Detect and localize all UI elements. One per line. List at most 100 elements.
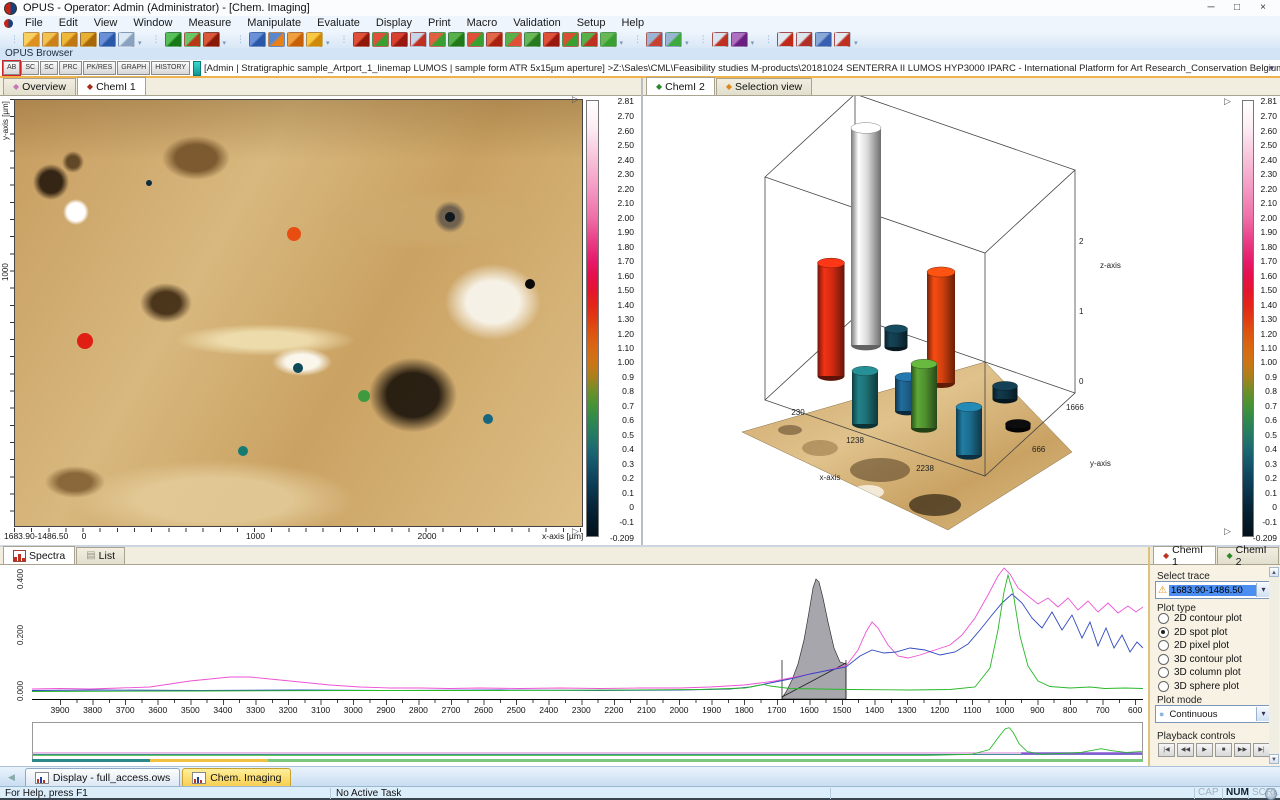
eval-11-icon[interactable] (543, 32, 560, 47)
sidebar-tab-chemi-2[interactable]: ◆ChemI 2 (1217, 547, 1280, 564)
sidebar-tab-chemi-1[interactable]: ◆ChemI 1 (1153, 546, 1216, 564)
group-more-icon[interactable]: ▾ (326, 39, 330, 47)
grid-view-icon[interactable] (249, 32, 266, 47)
swap-view-icon[interactable] (287, 32, 304, 47)
browser-view-sc[interactable]: SC (40, 61, 58, 75)
undo-icon[interactable] (118, 32, 135, 47)
scroll-left-icon[interactable]: ◀ (8, 772, 15, 783)
spectra-tab-list[interactable]: ▤List (76, 547, 125, 564)
plot-mode-combo[interactable]: ● Continuous ▾ (1155, 705, 1271, 723)
eval-13-icon[interactable] (581, 32, 598, 47)
browser-view-history[interactable]: HISTORY (151, 61, 190, 75)
eval-5-icon[interactable] (429, 32, 446, 47)
browser-view-sc[interactable]: SC (21, 61, 39, 75)
menu-measure[interactable]: Measure (180, 17, 239, 29)
eval-9-icon[interactable] (505, 32, 522, 47)
table-cross-icon[interactable] (796, 32, 813, 47)
rewind-button[interactable]: ◀◀ (1177, 743, 1194, 757)
eval-14-icon[interactable] (600, 32, 617, 47)
forward-button[interactable]: ▶▶ (1234, 743, 1251, 757)
skip-end-button[interactable]: ▶| (1253, 743, 1270, 757)
chart-box-icon[interactable] (815, 32, 832, 47)
play-button[interactable]: ▶ (1196, 743, 1213, 757)
skip-start-button[interactable]: |◀ (1158, 743, 1175, 757)
radio-2d-contour-plot[interactable]: 2D contour plot (1158, 613, 1242, 624)
scatter-fit-icon[interactable] (834, 32, 851, 47)
eval-4-icon[interactable] (410, 32, 427, 47)
peak-pick-icon[interactable] (268, 32, 285, 47)
group-more-icon[interactable]: ▾ (751, 39, 755, 47)
pick-arrow-icon[interactable] (777, 32, 794, 47)
sphere-view-icon[interactable] (306, 32, 323, 47)
radio-2d-spot-plot[interactable]: 2D spot plot (1158, 627, 1227, 638)
group-more-icon[interactable]: ▾ (620, 39, 624, 47)
screen-green-icon[interactable] (665, 32, 682, 47)
eval-7-icon[interactable] (467, 32, 484, 47)
menu-view[interactable]: View (86, 17, 126, 29)
overview-spectra-strip[interactable] (32, 722, 1143, 762)
chevron-down-icon[interactable]: ▾ (1256, 583, 1270, 597)
eval-6-icon[interactable] (448, 32, 465, 47)
browser-view-ab[interactable]: AB (3, 61, 20, 75)
menu-evaluate[interactable]: Evaluate (309, 17, 368, 29)
microscope-image[interactable] (14, 99, 583, 527)
measure-background-icon[interactable] (184, 32, 201, 47)
chevron-down-icon[interactable]: ▾ (1269, 63, 1274, 74)
minimize-button[interactable]: ─ (1198, 0, 1224, 15)
right-tab-chemi-2[interactable]: ◆ChemI 2 (646, 77, 715, 95)
menu-edit[interactable]: Edit (51, 17, 86, 29)
eval-2-icon[interactable] (372, 32, 389, 47)
radio-3d-column-plot[interactable]: 3D column plot (1158, 667, 1241, 678)
chevron-down-icon[interactable]: ▾ (1256, 707, 1270, 721)
eval-3-icon[interactable] (391, 32, 408, 47)
chart-window-icon[interactable] (712, 32, 729, 47)
group-more-icon[interactable]: ▾ (138, 39, 142, 47)
column-plot-3d[interactable]: 230123822386661666012x-axisy-axisz-axis (643, 96, 1280, 545)
colorbar-bottom-marker[interactable]: ▷ (572, 526, 579, 537)
open-file-icon[interactable] (23, 32, 40, 47)
menu-validation[interactable]: Validation (505, 17, 569, 29)
browser-view-graph[interactable]: GRAPH (117, 61, 150, 75)
eval-10-icon[interactable] (524, 32, 541, 47)
spectra-tab-spectra[interactable]: Spectra (3, 546, 75, 564)
right-tab-selection-view[interactable]: ◆Selection view (716, 78, 812, 95)
save-icon[interactable] (99, 32, 116, 47)
menu-print[interactable]: Print (420, 17, 459, 29)
menu-window[interactable]: Window (125, 17, 180, 29)
open-folder-icon[interactable] (61, 32, 78, 47)
menu-manipulate[interactable]: Manipulate (239, 17, 309, 29)
colorbar-bottom-marker[interactable]: ▷ (1224, 526, 1231, 537)
scroll-up-icon[interactable]: ▲ (1269, 567, 1279, 577)
molecule-view-icon[interactable] (731, 32, 748, 47)
file-path[interactable]: [Admin | Stratigraphic sample_Artport_1_… (204, 63, 1280, 74)
group-more-icon[interactable]: ▾ (685, 39, 689, 47)
browser-view-pk-res[interactable]: PK/RES (83, 61, 117, 75)
menu-file[interactable]: File (17, 17, 51, 29)
menu-macro[interactable]: Macro (459, 17, 506, 29)
left-tab-overview[interactable]: ◆Overview (3, 78, 76, 95)
stop-button[interactable]: ■ (1215, 743, 1232, 757)
colorbar-top-marker[interactable]: ▷ (572, 94, 579, 105)
sidebar-scrollbar[interactable]: ▲ ▼ (1269, 567, 1279, 764)
eval-12-icon[interactable] (562, 32, 579, 47)
left-tab-chemi-1[interactable]: ◆ChemI 1 (77, 77, 146, 95)
radio-2d-pixel-plot[interactable]: 2D pixel plot (1158, 640, 1229, 651)
doc-tab-chem-imaging[interactable]: Chem. Imaging (182, 768, 291, 786)
group-more-icon[interactable]: ▾ (223, 39, 227, 47)
measure-sample-icon[interactable] (165, 32, 182, 47)
colorbar-top-marker[interactable]: ▷ (1224, 96, 1231, 107)
scroll-down-icon[interactable]: ▼ (1269, 754, 1279, 764)
spectra-plot[interactable] (32, 565, 1143, 700)
menu-display[interactable]: Display (368, 17, 420, 29)
select-trace-combo[interactable]: ⚠ 1683.90-1486.50 ▾ (1155, 581, 1271, 599)
screen-red-icon[interactable] (646, 32, 663, 47)
menu-setup[interactable]: Setup (569, 17, 614, 29)
menu-help[interactable]: Help (613, 17, 652, 29)
radio-3d-sphere-plot[interactable]: 3D sphere plot (1158, 681, 1239, 692)
radio-3d-contour-plot[interactable]: 3D contour plot (1158, 654, 1242, 665)
folder-save-icon[interactable] (80, 32, 97, 47)
doc-tab-display-full-access-ows[interactable]: Display - full_access.ows (25, 768, 180, 786)
eval-1-icon[interactable] (353, 32, 370, 47)
eval-8-icon[interactable] (486, 32, 503, 47)
browser-view-prc[interactable]: PRC (59, 61, 82, 75)
